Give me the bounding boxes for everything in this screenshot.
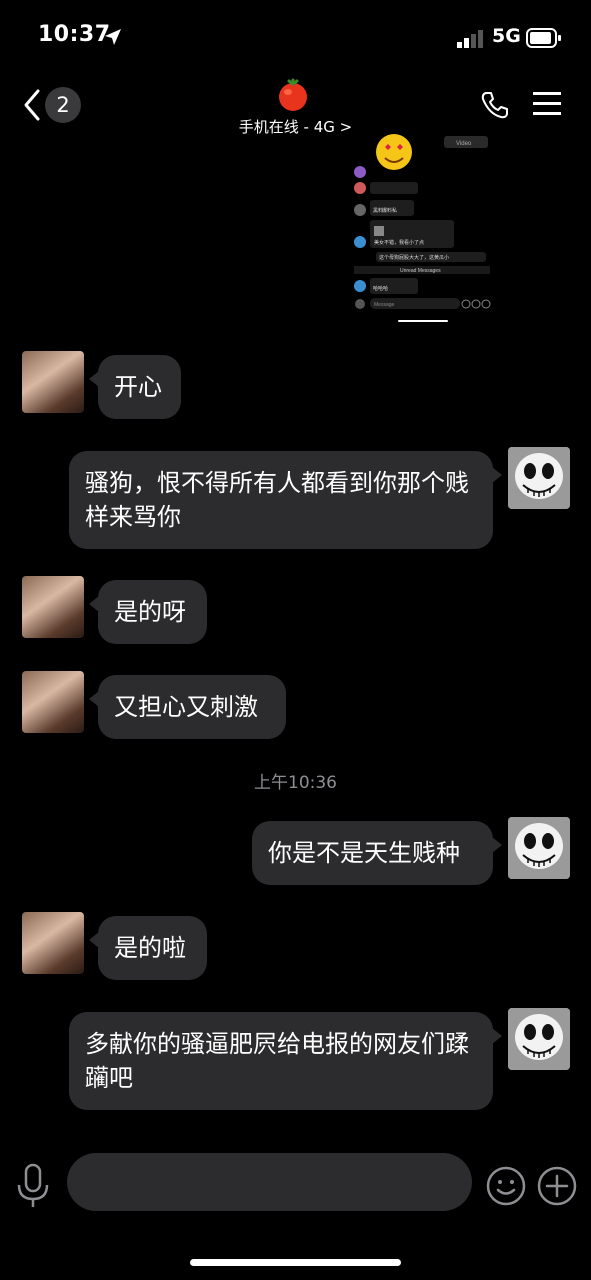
timestamp: 上午10:36: [254, 773, 337, 793]
thumb-label-haha: 哈哈哈: [373, 285, 388, 292]
skull-avatar-icon: [508, 1008, 570, 1070]
avatar-self[interactable]: [508, 1008, 570, 1070]
thumb-label-msg1: 美女不错，我看小了点: [374, 239, 424, 246]
message-bubble-sent[interactable]: 你是不是天生贱种: [252, 821, 502, 885]
avatar-contact[interactable]: [22, 576, 84, 638]
message-bubble-received[interactable]: 开心: [89, 355, 181, 419]
message-bubble-received[interactable]: 又担心又刺激: [89, 675, 286, 739]
thumb-label-msg2: 这个母狗屁股大大了，这黄瓜小: [379, 254, 449, 261]
skull-avatar-icon: [508, 817, 570, 879]
message-input[interactable]: [67, 1153, 472, 1211]
thumb-label-unread: Unread Messages: [400, 268, 441, 274]
avatar-contact[interactable]: [22, 912, 84, 974]
avatar-self[interactable]: [508, 817, 570, 879]
network-type: 5G: [492, 25, 521, 47]
thumb-label-private: 爆料私: [382, 207, 397, 214]
avatar-contact[interactable]: [22, 671, 84, 733]
signal-icon: [457, 30, 483, 48]
thumb-label-video: Video: [456, 141, 472, 147]
thumb-label-message: Message: [374, 302, 395, 308]
message-bubble-sent[interactable]: 多献你的骚逼肥屄给电报的网友们蹂躏吧: [69, 1012, 502, 1110]
avatar-self[interactable]: [508, 447, 570, 509]
add-attachment-icon[interactable]: [536, 1165, 578, 1207]
location-arrow-icon: [105, 29, 121, 45]
status-time: 10:37: [38, 22, 111, 47]
emoji-icon[interactable]: [485, 1165, 527, 1207]
skull-avatar-icon: [508, 447, 570, 509]
message-bubble-received[interactable]: 是的呀: [89, 580, 207, 644]
message-bubble-received[interactable]: 是的啦: [89, 916, 207, 980]
battery-icon: [526, 28, 561, 48]
message-bubble-sent[interactable]: 骚狗，恨不得所有人都看到你那个贱样来骂你: [69, 451, 502, 549]
menu-icon[interactable]: [533, 91, 561, 117]
avatar-contact[interactable]: [22, 351, 84, 413]
phone-call-icon[interactable]: [480, 90, 510, 120]
tomato-avatar-icon: [279, 78, 307, 111]
home-indicator[interactable]: [190, 1259, 401, 1266]
shared-screenshot-image[interactable]: Video 黑料 爆料私 美女不错，我看小了点 这个母狗屁股大大了，这黄瓜小 U…: [352, 134, 492, 326]
microphone-icon[interactable]: [14, 1163, 52, 1209]
